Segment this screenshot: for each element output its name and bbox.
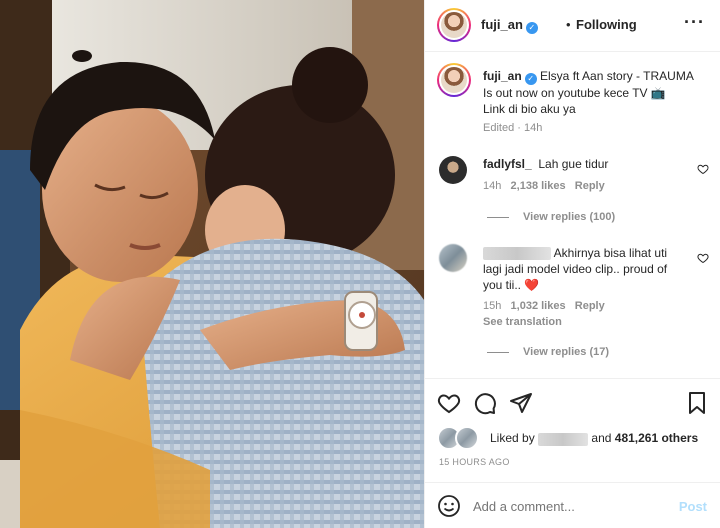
share-send-icon[interactable]: [509, 391, 533, 415]
separator-dot: •: [566, 17, 571, 32]
author-avatar[interactable]: [437, 8, 471, 42]
post-timestamp: 15 HOURS AGO: [439, 457, 510, 467]
replies-divider: [487, 216, 509, 218]
commenter-avatar[interactable]: [439, 156, 467, 184]
comment-time: 14h: [483, 180, 502, 192]
author-username[interactable]: fuji_an ✓: [481, 17, 538, 34]
likes-text: Liked by x and 481,261 others: [490, 431, 699, 446]
comment-meta: 15h 1,032 likes Reply: [483, 300, 605, 312]
post-image: [0, 0, 424, 528]
save-bookmark-icon[interactable]: [685, 391, 709, 415]
caption-edited-time: Edited · 14h: [483, 122, 543, 134]
redacted-liker-name[interactable]: x: [538, 433, 589, 446]
liker-avatars[interactable]: [437, 426, 485, 450]
action-bar: [425, 378, 720, 428]
redacted-username[interactable]: x: [483, 247, 551, 260]
caption-line-2: Is out now on youtube kece TV 📺: [483, 86, 666, 100]
view-replies-button[interactable]: View replies (100): [487, 211, 615, 223]
caption-line-3: Link di bio aku ya: [483, 102, 576, 116]
more-horizontal-icon[interactable]: ···: [684, 12, 705, 33]
see-translation-button[interactable]: See translation: [483, 316, 562, 328]
verified-badge-icon: ✓: [525, 22, 538, 34]
comment-body-2: lagi jadi model video clip.. proud of: [483, 262, 668, 276]
caption-username[interactable]: fuji_an: [483, 69, 522, 83]
post-header: fuji_an ✓ • Following ···: [425, 0, 720, 52]
replies-divider: [487, 351, 509, 353]
comment-username[interactable]: fadlyfsl_: [483, 157, 532, 171]
likes-count[interactable]: 481,261 others: [615, 431, 698, 445]
comment-text: x Akhirnya bisa lihat uti lagi jadi mode…: [483, 245, 693, 293]
reply-button[interactable]: Reply: [575, 180, 605, 192]
post-photo[interactable]: [0, 0, 424, 528]
post-comment-button[interactable]: Post: [679, 499, 707, 514]
emoji-smiley-icon[interactable]: [437, 494, 461, 518]
add-comment-bar: Post: [425, 482, 720, 528]
following-button[interactable]: Following: [576, 17, 637, 32]
comment-body-3: you tii..: [483, 278, 522, 292]
comment-meta: 14h 2,138 likes Reply: [483, 180, 605, 192]
caption-text: fuji_an ✓ Elsya ft Aan story - TRAUMA Is …: [483, 68, 709, 117]
view-replies-button[interactable]: View replies (17): [487, 346, 609, 358]
comment-body-1: Akhirnya bisa lihat uti: [553, 246, 668, 260]
caption-author-avatar[interactable]: [437, 63, 471, 97]
verified-badge-icon: ✓: [524, 73, 537, 85]
comment-text: fadlyfsl_ Lah gue tidur: [483, 156, 608, 172]
comment-body: Lah gue tidur: [538, 157, 609, 171]
comment-time: 15h: [483, 300, 502, 312]
heart-emoji: ❤️: [524, 278, 540, 292]
post-sidebar: fuji_an ✓ • Following ··· fuji_an ✓ Elsya …: [424, 0, 720, 528]
like-heart-icon[interactable]: [437, 391, 461, 415]
commenter-avatar[interactable]: [439, 244, 467, 272]
comment-bubble-icon[interactable]: [473, 391, 497, 415]
caption-line-1: Elsya ft Aan story - TRAUMA: [540, 69, 694, 83]
comment-likes[interactable]: 2,138 likes: [511, 180, 566, 192]
comment-input[interactable]: [473, 499, 663, 514]
comment-like-heart-icon[interactable]: [697, 163, 709, 175]
reply-button[interactable]: Reply: [575, 300, 605, 312]
comment-likes[interactable]: 1,032 likes: [511, 300, 566, 312]
comment-like-heart-icon[interactable]: [697, 252, 709, 264]
